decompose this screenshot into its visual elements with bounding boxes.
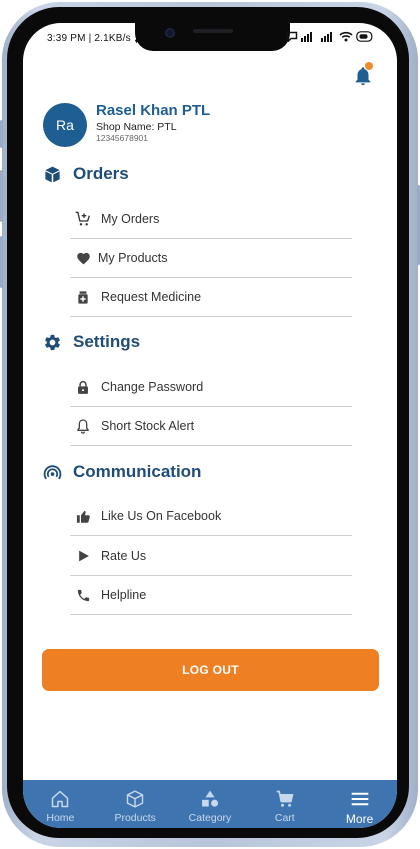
profile-name: Rasel Khan PTL xyxy=(96,102,211,119)
phone-side-button-2 xyxy=(0,170,3,222)
nav-label: Cart xyxy=(274,812,295,824)
nav-item-products[interactable]: Products xyxy=(98,780,172,824)
menu-item-label: Request Medicine xyxy=(101,290,202,304)
shapes-icon xyxy=(200,789,220,809)
front-camera xyxy=(165,28,175,38)
nav-item-cart[interactable]: Cart xyxy=(248,780,322,824)
wifi-icon xyxy=(339,31,353,42)
phone-icon xyxy=(75,587,91,603)
menu-item-rate-us[interactable]: Rate Us xyxy=(70,537,352,576)
nav-label: Products xyxy=(114,812,156,824)
lock-icon xyxy=(75,379,91,395)
notification-dot xyxy=(365,62,373,70)
profile-phone: 12345678901 xyxy=(96,133,149,143)
nav-item-category[interactable]: Category xyxy=(173,780,247,824)
profile-info: Rasel Khan PTL Shop Name: PTL 1234567890… xyxy=(96,102,210,143)
play-icon xyxy=(75,548,91,564)
nav-item-home[interactable]: Home xyxy=(23,780,97,824)
nav-label: Category xyxy=(188,812,232,824)
status-bar-time: 3:39 PM | 2.1KB/s xyxy=(47,33,146,44)
menu-item-change-password[interactable]: Change Password xyxy=(70,368,352,407)
menu-item-short-stock-alert[interactable]: Short Stock Alert xyxy=(70,407,352,446)
menu-item-label: Like Us On Facebook xyxy=(101,509,222,523)
battery-icon xyxy=(356,31,373,42)
section-title-communication: Communication xyxy=(73,462,202,481)
profile-shop-name: Shop Name: PTL xyxy=(96,121,177,133)
nav-label: More xyxy=(345,812,374,826)
app-screen: 3:39 PM | 2.1KB/s Ra Rasel Khan PTL Shop… xyxy=(23,23,397,828)
section-title-settings: Settings xyxy=(73,332,141,351)
signal-icon xyxy=(301,31,312,42)
camera-notch xyxy=(135,23,290,51)
menu-item-request-medicine[interactable]: Request Medicine xyxy=(70,278,352,317)
menu-item-my-products[interactable]: My Products xyxy=(70,239,352,278)
phone-side-button-3 xyxy=(0,236,3,288)
avatar[interactable]: Ra xyxy=(43,103,87,147)
menu-item-helpline[interactable]: Helpline xyxy=(70,576,352,615)
bell-outline-icon xyxy=(75,418,91,434)
status-bar-icons xyxy=(286,31,374,42)
menu-item-label: Short Stock Alert xyxy=(101,419,195,433)
medicine-icon xyxy=(75,289,91,305)
bottom-navigation: Home Products Category Cart More xyxy=(23,780,397,828)
message-icon xyxy=(286,31,298,42)
thumbs-up-icon xyxy=(75,508,91,524)
user-profile: Ra Rasel Khan PTL Shop Name: PTL 1234567… xyxy=(43,102,210,147)
cart-icon xyxy=(275,789,295,809)
menu-icon xyxy=(350,789,370,809)
cube-icon xyxy=(125,789,145,809)
menu-item-my-orders[interactable]: My Orders xyxy=(70,200,352,239)
cart-plus-icon xyxy=(75,211,91,227)
phone-side-button-1 xyxy=(0,120,3,148)
broadcast-icon xyxy=(43,463,62,482)
section-communication: Communication xyxy=(43,462,201,482)
box-icon xyxy=(43,165,62,184)
menu-item-label: Rate Us xyxy=(101,549,147,563)
speaker-grille xyxy=(193,29,233,33)
menu-item-like-facebook[interactable]: Like Us On Facebook xyxy=(70,497,352,536)
logout-button[interactable]: LOG OUT xyxy=(42,649,379,691)
section-title-orders: Orders xyxy=(73,164,129,183)
home-icon xyxy=(50,789,70,809)
menu-item-label: My Orders xyxy=(101,212,160,226)
nav-item-more[interactable]: More xyxy=(323,780,397,826)
nav-label: Home xyxy=(46,812,75,824)
section-orders: Orders xyxy=(43,164,129,184)
menu-item-label: My Products xyxy=(98,251,168,265)
menu-item-label: Helpline xyxy=(101,588,147,602)
gear-icon xyxy=(43,333,62,352)
signal-icon-2 xyxy=(321,31,332,42)
section-settings: Settings xyxy=(43,332,140,352)
menu-item-label: Change Password xyxy=(101,380,204,394)
heart-icon xyxy=(75,250,91,266)
